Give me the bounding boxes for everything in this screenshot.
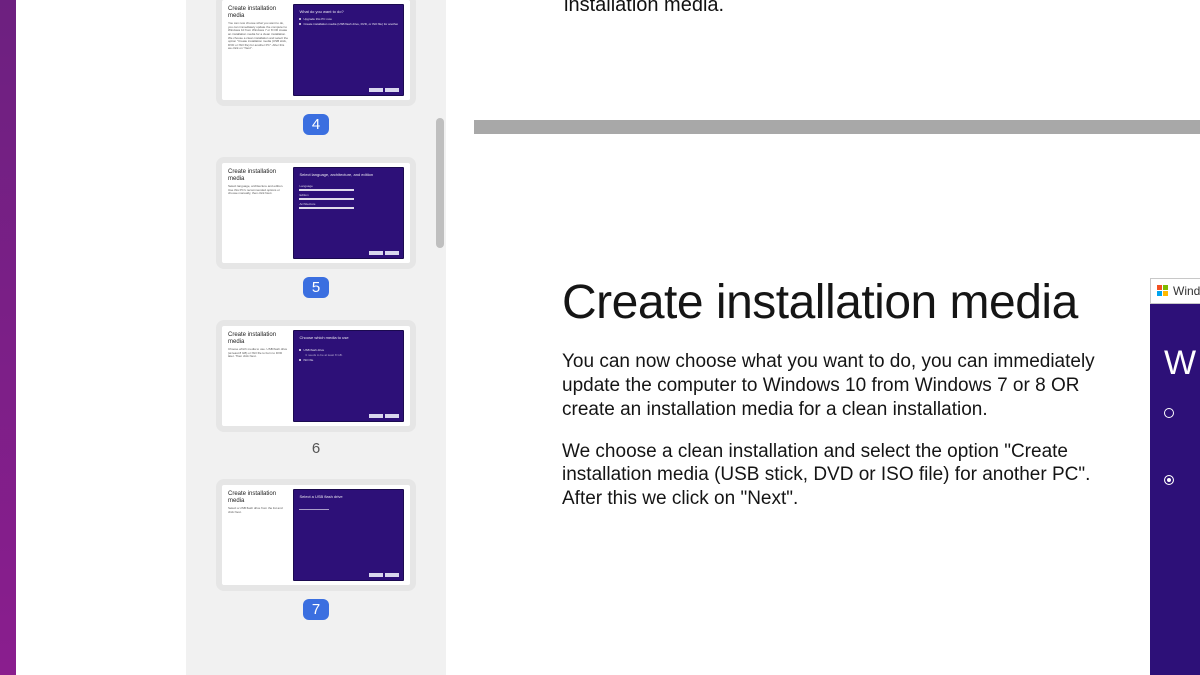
- thumb-desc: Select language, architecture and editio…: [228, 185, 288, 196]
- slide-title: Create installation media: [562, 278, 1122, 328]
- windows-logo-icon: [1157, 285, 1169, 297]
- dialog-titlebar: Windo: [1150, 278, 1200, 304]
- thumbnail-slot-5[interactable]: Create installation media Select languag…: [196, 157, 436, 320]
- thumb-title: Create installation media: [228, 491, 288, 504]
- dialog-title-text: Windo: [1173, 284, 1200, 298]
- slide-canvas[interactable]: installation media. Create installation …: [474, 0, 1200, 675]
- thumb-desc: Choose which media to use. USB flash dri…: [228, 348, 288, 359]
- left-accent-strip: [0, 0, 16, 675]
- thumbnail-card[interactable]: Create installation media Select a USB f…: [216, 479, 416, 591]
- app-root: Create installation media You can now ch…: [0, 0, 1200, 675]
- thumb-desc: You can now choose what you want to do, …: [228, 22, 288, 51]
- slide-gap-divider: [474, 120, 1200, 134]
- thumbnail-slot-4[interactable]: Create installation media You can now ch…: [196, 0, 436, 157]
- radio-option-create-media[interactable]: [1164, 468, 1200, 491]
- thumbnail-number-badge: 5: [303, 277, 329, 298]
- thumbnail-slot-6[interactable]: Create installation media Choose which m…: [196, 320, 436, 479]
- panel-separator: [446, 0, 474, 675]
- thumbnail-scrollbar[interactable]: [436, 118, 444, 248]
- thumb-dialog-preview: Choose which media to use USB flash driv…: [293, 330, 404, 422]
- thumbnail-card[interactable]: Create installation media You can now ch…: [216, 0, 416, 106]
- thumb-title: Create installation media: [228, 6, 288, 19]
- thumbnail-slot-7[interactable]: Create installation media Select a USB f…: [196, 479, 436, 642]
- slide-paragraph-1: You can now choose what you want to do, …: [562, 350, 1122, 421]
- thumb-title: Create installation media: [228, 169, 288, 182]
- dialog-heading-fragment: W: [1164, 344, 1200, 383]
- thumb-desc: Select a USB flash drive from the list a…: [228, 507, 288, 514]
- thumbnail-panel[interactable]: Create installation media You can now ch…: [186, 0, 446, 675]
- slide-text-block: Create installation media You can now ch…: [562, 278, 1122, 529]
- thumbnail-number-badge: 7: [303, 599, 329, 620]
- thumb-title: Create installation media: [228, 332, 288, 345]
- thumbnail-number-badge: 4: [303, 114, 329, 135]
- slide-paragraph-2: We choose a clean installation and selec…: [562, 440, 1122, 511]
- thumb-dialog-preview: What do you want to do? Upgrade this PC …: [293, 4, 404, 96]
- windows-setup-dialog-cropped: Windo W: [1150, 278, 1200, 675]
- thumbnail-card[interactable]: Create installation media Select languag…: [216, 157, 416, 269]
- thumbnail-number: 6: [312, 440, 320, 457]
- thumb-dialog-preview: Select language, architecture, and editi…: [293, 167, 404, 259]
- thumb-dialog-preview: Select a USB flash drive: [293, 489, 404, 581]
- left-gap: [16, 0, 186, 675]
- previous-slide-fragment: installation media.: [564, 0, 724, 17]
- dialog-body: W: [1150, 304, 1200, 675]
- radio-option-upgrade[interactable]: [1164, 401, 1200, 424]
- thumbnail-card[interactable]: Create installation media Choose which m…: [216, 320, 416, 432]
